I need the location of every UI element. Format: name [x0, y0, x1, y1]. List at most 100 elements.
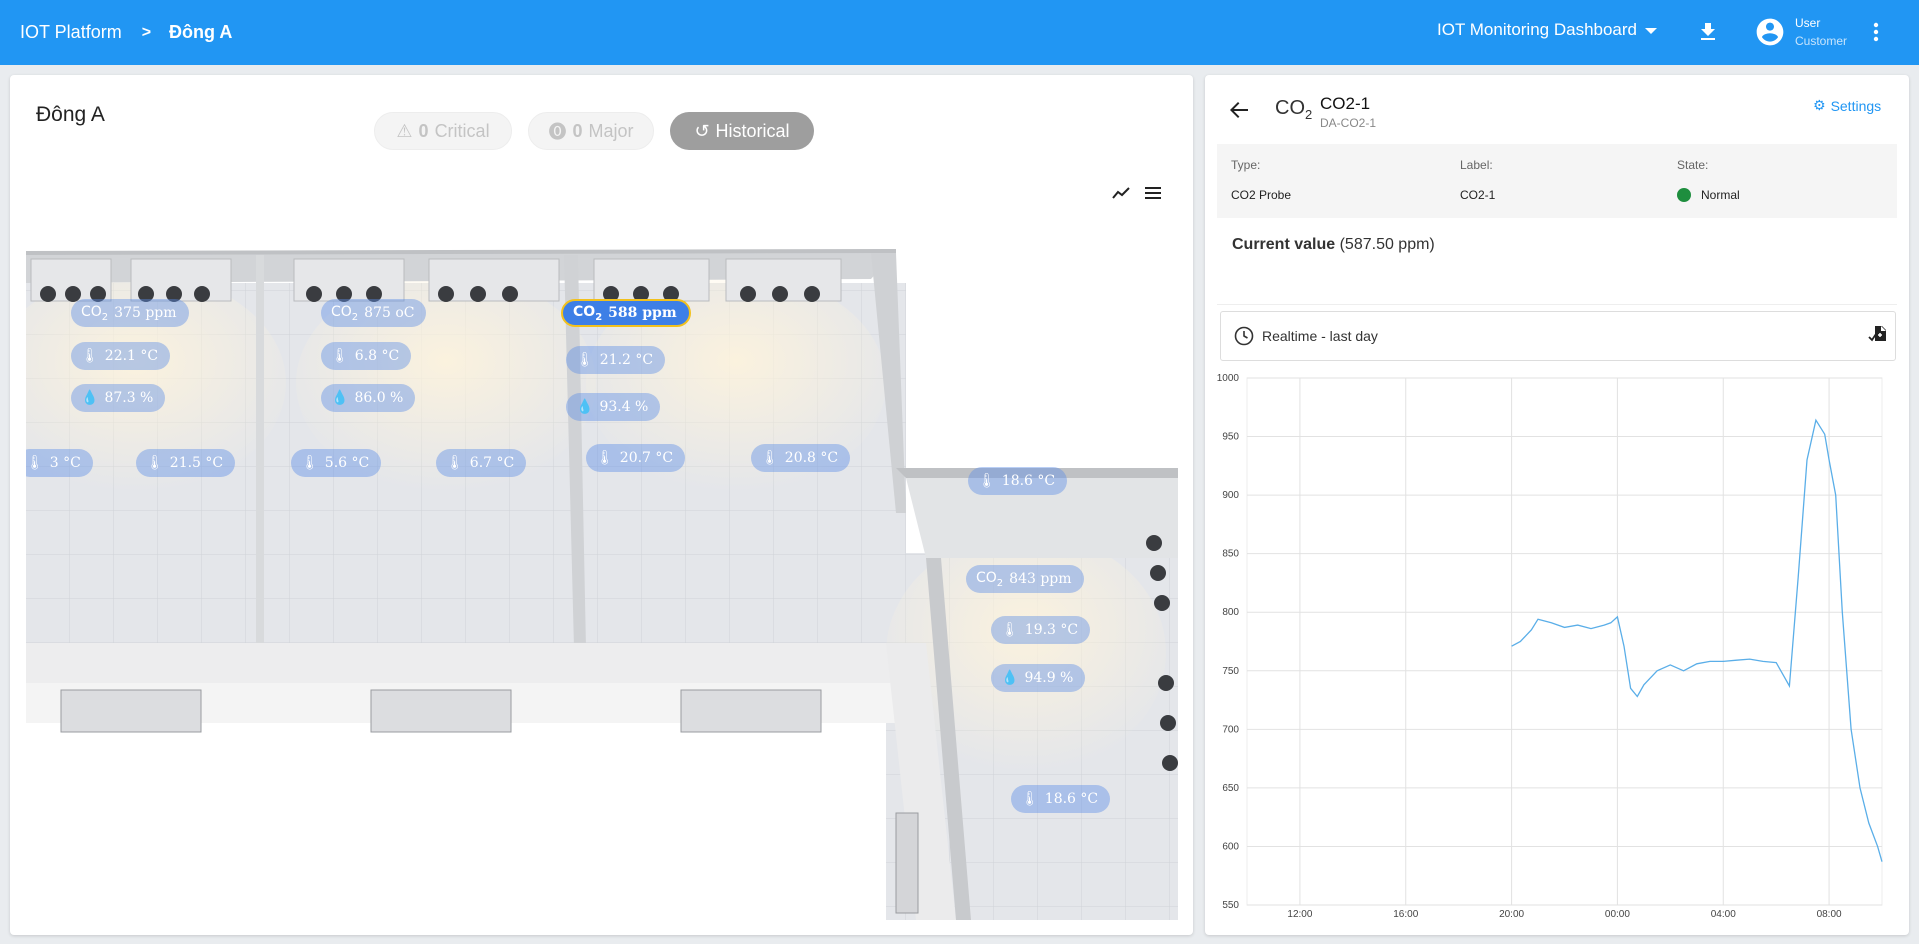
sensor-badge-co2[interactable]: CO2 375 ppm — [71, 299, 189, 327]
sensor-badge-hum[interactable]: 💧 94.9 % — [991, 664, 1086, 692]
timeline-chart-icon[interactable] — [1112, 185, 1132, 201]
thermometer-icon: 🌡 — [1021, 791, 1039, 807]
area-title: Đông A — [36, 103, 105, 126]
sensor-badge-temp[interactable]: 🌡 6.7 °C — [436, 449, 527, 477]
sensor-badge-temp[interactable]: 🌡 6.8 °C — [321, 342, 412, 370]
thermometer-icon: 🌡 — [26, 455, 44, 471]
floor-plan-card: Đông A ⚠ 0 Critical ⓿ 0 Major ↺ Historic… — [10, 75, 1193, 935]
top-app-bar: IOT Platform > Đông A IOT Monitoring Das… — [0, 0, 1919, 65]
sensor-value: 875 oC — [364, 305, 415, 321]
thermometer-icon: 🌡 — [81, 348, 99, 364]
file-export-icon[interactable] — [1867, 322, 1891, 346]
sensor-badge-co2[interactable]: CO2 843 ppm — [966, 565, 1084, 593]
thermometer-icon: 🌡 — [576, 352, 594, 368]
y-tick-label: 950 — [1222, 432, 1239, 443]
sensor-value: 93.4 % — [599, 399, 649, 415]
current-value: Current value (587.50 ppm) — [1232, 236, 1435, 254]
user-name: User — [1795, 16, 1821, 30]
co2-icon: CO2 — [1275, 97, 1313, 122]
more-vert-icon[interactable] — [1870, 20, 1882, 44]
sensor-value: 375 ppm — [114, 305, 177, 321]
type-label: Type: — [1231, 158, 1261, 172]
thermometer-icon: 🌡 — [596, 450, 614, 466]
download-icon[interactable] — [1696, 20, 1720, 44]
humidity-drop-icon: 💧 — [1001, 670, 1019, 686]
device-name: CO2-1 — [1320, 94, 1371, 113]
user-role: Customer — [1795, 34, 1848, 48]
sensor-badge-temp[interactable]: 🌡 5.6 °C — [291, 449, 382, 477]
user-info[interactable]: User Customer — [1795, 14, 1847, 50]
sensor-badge-co2[interactable]: CO2 875 oC — [321, 299, 427, 327]
sensor-badge-temp[interactable]: 🌡 18.6 °C — [968, 467, 1068, 495]
sensor-value: 86.0 % — [354, 390, 404, 406]
device-id: DA-CO2-1 — [1320, 116, 1377, 130]
y-tick-label: 900 — [1222, 490, 1239, 501]
sensor-badge-temp[interactable]: 🌡 21.2 °C — [566, 346, 666, 374]
y-tick-label: 850 — [1222, 549, 1239, 560]
co2-icon: CO2 — [331, 303, 359, 323]
time-window-selector[interactable]: Realtime - last day — [1220, 311, 1896, 361]
sensor-value: 20.7 °C — [619, 450, 674, 466]
device-info-bar: Type: CO2 Probe Label: CO2-1 State: Norm… — [1217, 144, 1897, 218]
y-tick-label: 650 — [1222, 783, 1239, 794]
thermometer-icon: 🌡 — [146, 455, 164, 471]
arrow-back-icon[interactable] — [1229, 101, 1249, 119]
y-tick-label: 700 — [1222, 724, 1239, 735]
thermometer-icon: 🌡 — [761, 450, 779, 466]
breadcrumb-separator: > — [141, 23, 152, 41]
sensor-value: 5.6 °C — [324, 455, 370, 471]
sensor-value: 18.6 °C — [1001, 473, 1056, 489]
type-value: CO2 Probe — [1231, 188, 1292, 202]
sensor-badge-hum[interactable]: 💧 93.4 % — [566, 393, 661, 421]
settings-label: Settings — [1830, 97, 1882, 114]
historical-button[interactable]: ↺ Historical — [670, 112, 814, 150]
settings-button[interactable]: ⚙ Settings — [1813, 97, 1881, 114]
sensor-badge-co2[interactable]: CO2 588 ppm — [561, 299, 691, 327]
critical-count: 0 — [418, 120, 429, 141]
co2-history-chart: 550 600 650 700 750 800 850 900 950 1000 12:00 16:0… — [1205, 365, 1909, 935]
device-detail-panel: CO2 CO2-1 DA-CO2-1 ⚙ Settings Type: CO2 … — [1205, 75, 1909, 935]
sensor-badge-temp[interactable]: 🌡 18.6 °C — [1011, 785, 1111, 813]
sensor-badge-temp[interactable]: 🌡 3 °C — [26, 449, 93, 477]
sensor-badge-temp[interactable]: 🌡 20.8 °C — [751, 444, 851, 472]
co2-icon: CO2 — [976, 569, 1004, 589]
sensor-value: 6.8 °C — [354, 348, 400, 364]
status-dot — [1677, 188, 1691, 202]
co2-icon: CO2 — [81, 303, 109, 323]
account-circle-icon[interactable] — [1754, 16, 1786, 48]
sensor-value: 3 °C — [49, 455, 81, 471]
critical-alarm-filter[interactable]: ⚠ 0 Critical — [374, 112, 512, 150]
info-state: State: Normal — [1677, 158, 1740, 202]
sensor-badge-hum[interactable]: 💧 87.3 % — [71, 384, 166, 412]
sensor-badge-temp[interactable]: 🌡 19.3 °C — [991, 616, 1091, 644]
warning-icon: ⚠ — [396, 120, 413, 141]
y-tick-label: 600 — [1222, 841, 1239, 852]
sensor-badge-temp[interactable]: 🌡 20.7 °C — [586, 444, 686, 472]
dashboard-selector[interactable]: IOT Monitoring Dashboard — [1437, 20, 1658, 40]
current-value-label: Current value — [1232, 236, 1336, 253]
major-alarm-filter[interactable]: ⓿ 0 Major — [528, 112, 654, 150]
humidity-drop-icon: 💧 — [331, 390, 349, 406]
breadcrumb-platform-link[interactable]: IOT Platform — [20, 22, 122, 43]
sensor-value: 94.9 % — [1024, 670, 1074, 686]
thermometer-icon: 🌡 — [446, 455, 464, 471]
sensor-value: 19.3 °C — [1024, 622, 1079, 638]
thermometer-icon: 🌡 — [301, 455, 319, 471]
humidity-drop-icon: 💧 — [81, 390, 99, 406]
sensor-value: 21.2 °C — [599, 352, 654, 368]
sensor-badge-temp[interactable]: 🌡 21.5 °C — [136, 449, 236, 477]
sensor-badge-temp[interactable]: 🌡 22.1 °C — [71, 342, 171, 370]
thermometer-icon: 🌡 — [331, 348, 349, 364]
sensor-value: 20.8 °C — [784, 450, 839, 466]
current-value-number: (587.50 ppm) — [1339, 236, 1435, 253]
label-label: Label: — [1460, 158, 1493, 172]
sensor-value: 21.5 °C — [169, 455, 224, 471]
historical-label: Historical — [715, 120, 790, 141]
sensor-badge-hum[interactable]: 💧 86.0 % — [321, 384, 416, 412]
menu-icon[interactable] — [1144, 185, 1162, 201]
history-icon: ↺ — [694, 120, 710, 141]
clock-icon — [1234, 326, 1254, 346]
label-value: CO2-1 — [1460, 188, 1496, 202]
x-tick-label: 04:00 — [1711, 909, 1736, 920]
y-tick-label: 800 — [1222, 607, 1239, 618]
